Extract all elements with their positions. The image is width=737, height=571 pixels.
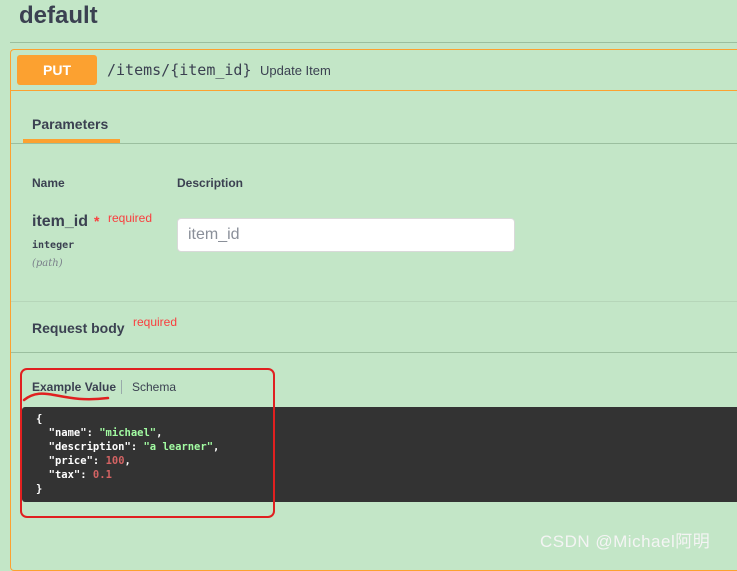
param-name: item_id	[32, 213, 89, 230]
parameters-tab-header: Parameters	[11, 91, 737, 144]
param-required-label: required	[108, 211, 153, 225]
param-location: (path)	[32, 258, 63, 269]
request-body-required-label: required	[133, 315, 178, 329]
param-type: integer	[32, 240, 75, 251]
section-title[interactable]: default	[19, 2, 98, 30]
tab-parameters[interactable]: Parameters	[32, 116, 108, 132]
request-body-header: Request body required	[11, 301, 737, 353]
required-star: *	[94, 213, 100, 229]
annotation-underline	[22, 392, 110, 402]
column-header-name: Name	[32, 176, 65, 190]
operation-summary[interactable]: PUT /items/{item_id} Update Item	[11, 50, 737, 91]
item-id-input[interactable]	[177, 218, 515, 252]
active-tab-indicator	[23, 139, 120, 143]
method-badge[interactable]: PUT	[17, 55, 97, 85]
section-divider	[10, 42, 737, 43]
watermark: CSDN @Michael阿明	[540, 532, 711, 551]
operation-path[interactable]: /items/{item_id}	[107, 61, 252, 79]
column-header-description: Description	[177, 176, 244, 190]
operation-summary-text[interactable]: Update Item	[260, 63, 331, 78]
request-body-title: Request body	[32, 320, 125, 336]
